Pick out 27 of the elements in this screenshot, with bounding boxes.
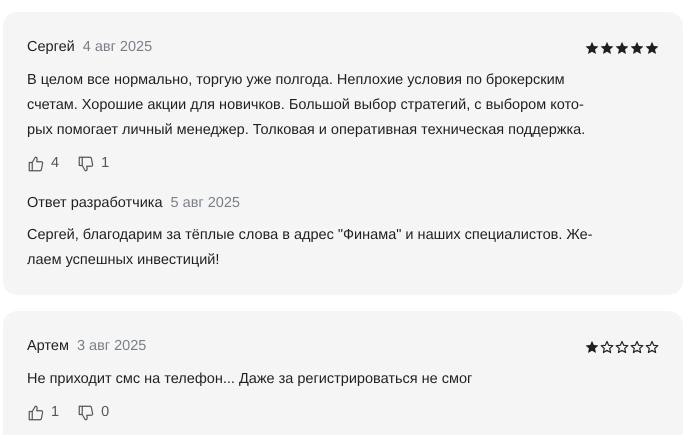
reply-title: Ответ разработчика: [27, 194, 163, 212]
empty-star-icon: [600, 340, 614, 354]
review-text: Не приходит смс на телефон... Даже за регистрироваться не смог: [27, 370, 474, 389]
review-date: 4 авг 2025: [82, 38, 152, 57]
dislike-count: 0: [101, 403, 110, 422]
filled-star-icon: [600, 40, 614, 55]
empty-star-icon: [630, 340, 644, 354]
like-count: 4: [51, 154, 60, 173]
filled-star-icon: [585, 340, 599, 354]
thumbs-down-icon[interactable]: [77, 404, 96, 422]
reply-date: 5 авг 2025: [170, 194, 240, 212]
thumbs-down-icon[interactable]: [77, 154, 96, 173]
empty-star-icon: [645, 340, 659, 354]
filled-star-icon: [645, 40, 659, 55]
thumbs-up-icon[interactable]: [27, 404, 45, 422]
author-name: Сергей: [27, 38, 75, 57]
like-count: 1: [51, 403, 60, 422]
filled-star-icon: [585, 40, 599, 55]
dislike-count: 1: [101, 154, 110, 173]
empty-star-icon: [615, 340, 629, 354]
review-text: В целом все нормально, торгую уже полгода. Неплохие условия по брокерским счетам. Хорошие акции для новичков. Большой выбор стратегий, с выбором кото- рых помогает личный менеджер. Толковая и оперативная техническая поддержка.: [27, 70, 586, 140]
reply-text: Сергей, благодарим за тёплые слова в адрес "Финама" и наших специалистов. Же- лаем успешных инвестиций!: [27, 226, 594, 270]
filled-star-icon: [615, 40, 629, 55]
author-name: Артем: [27, 337, 69, 356]
review-date: 3 авг 2025: [76, 337, 146, 356]
filled-star-icon: [630, 40, 644, 55]
thumbs-up-icon[interactable]: [27, 154, 45, 173]
